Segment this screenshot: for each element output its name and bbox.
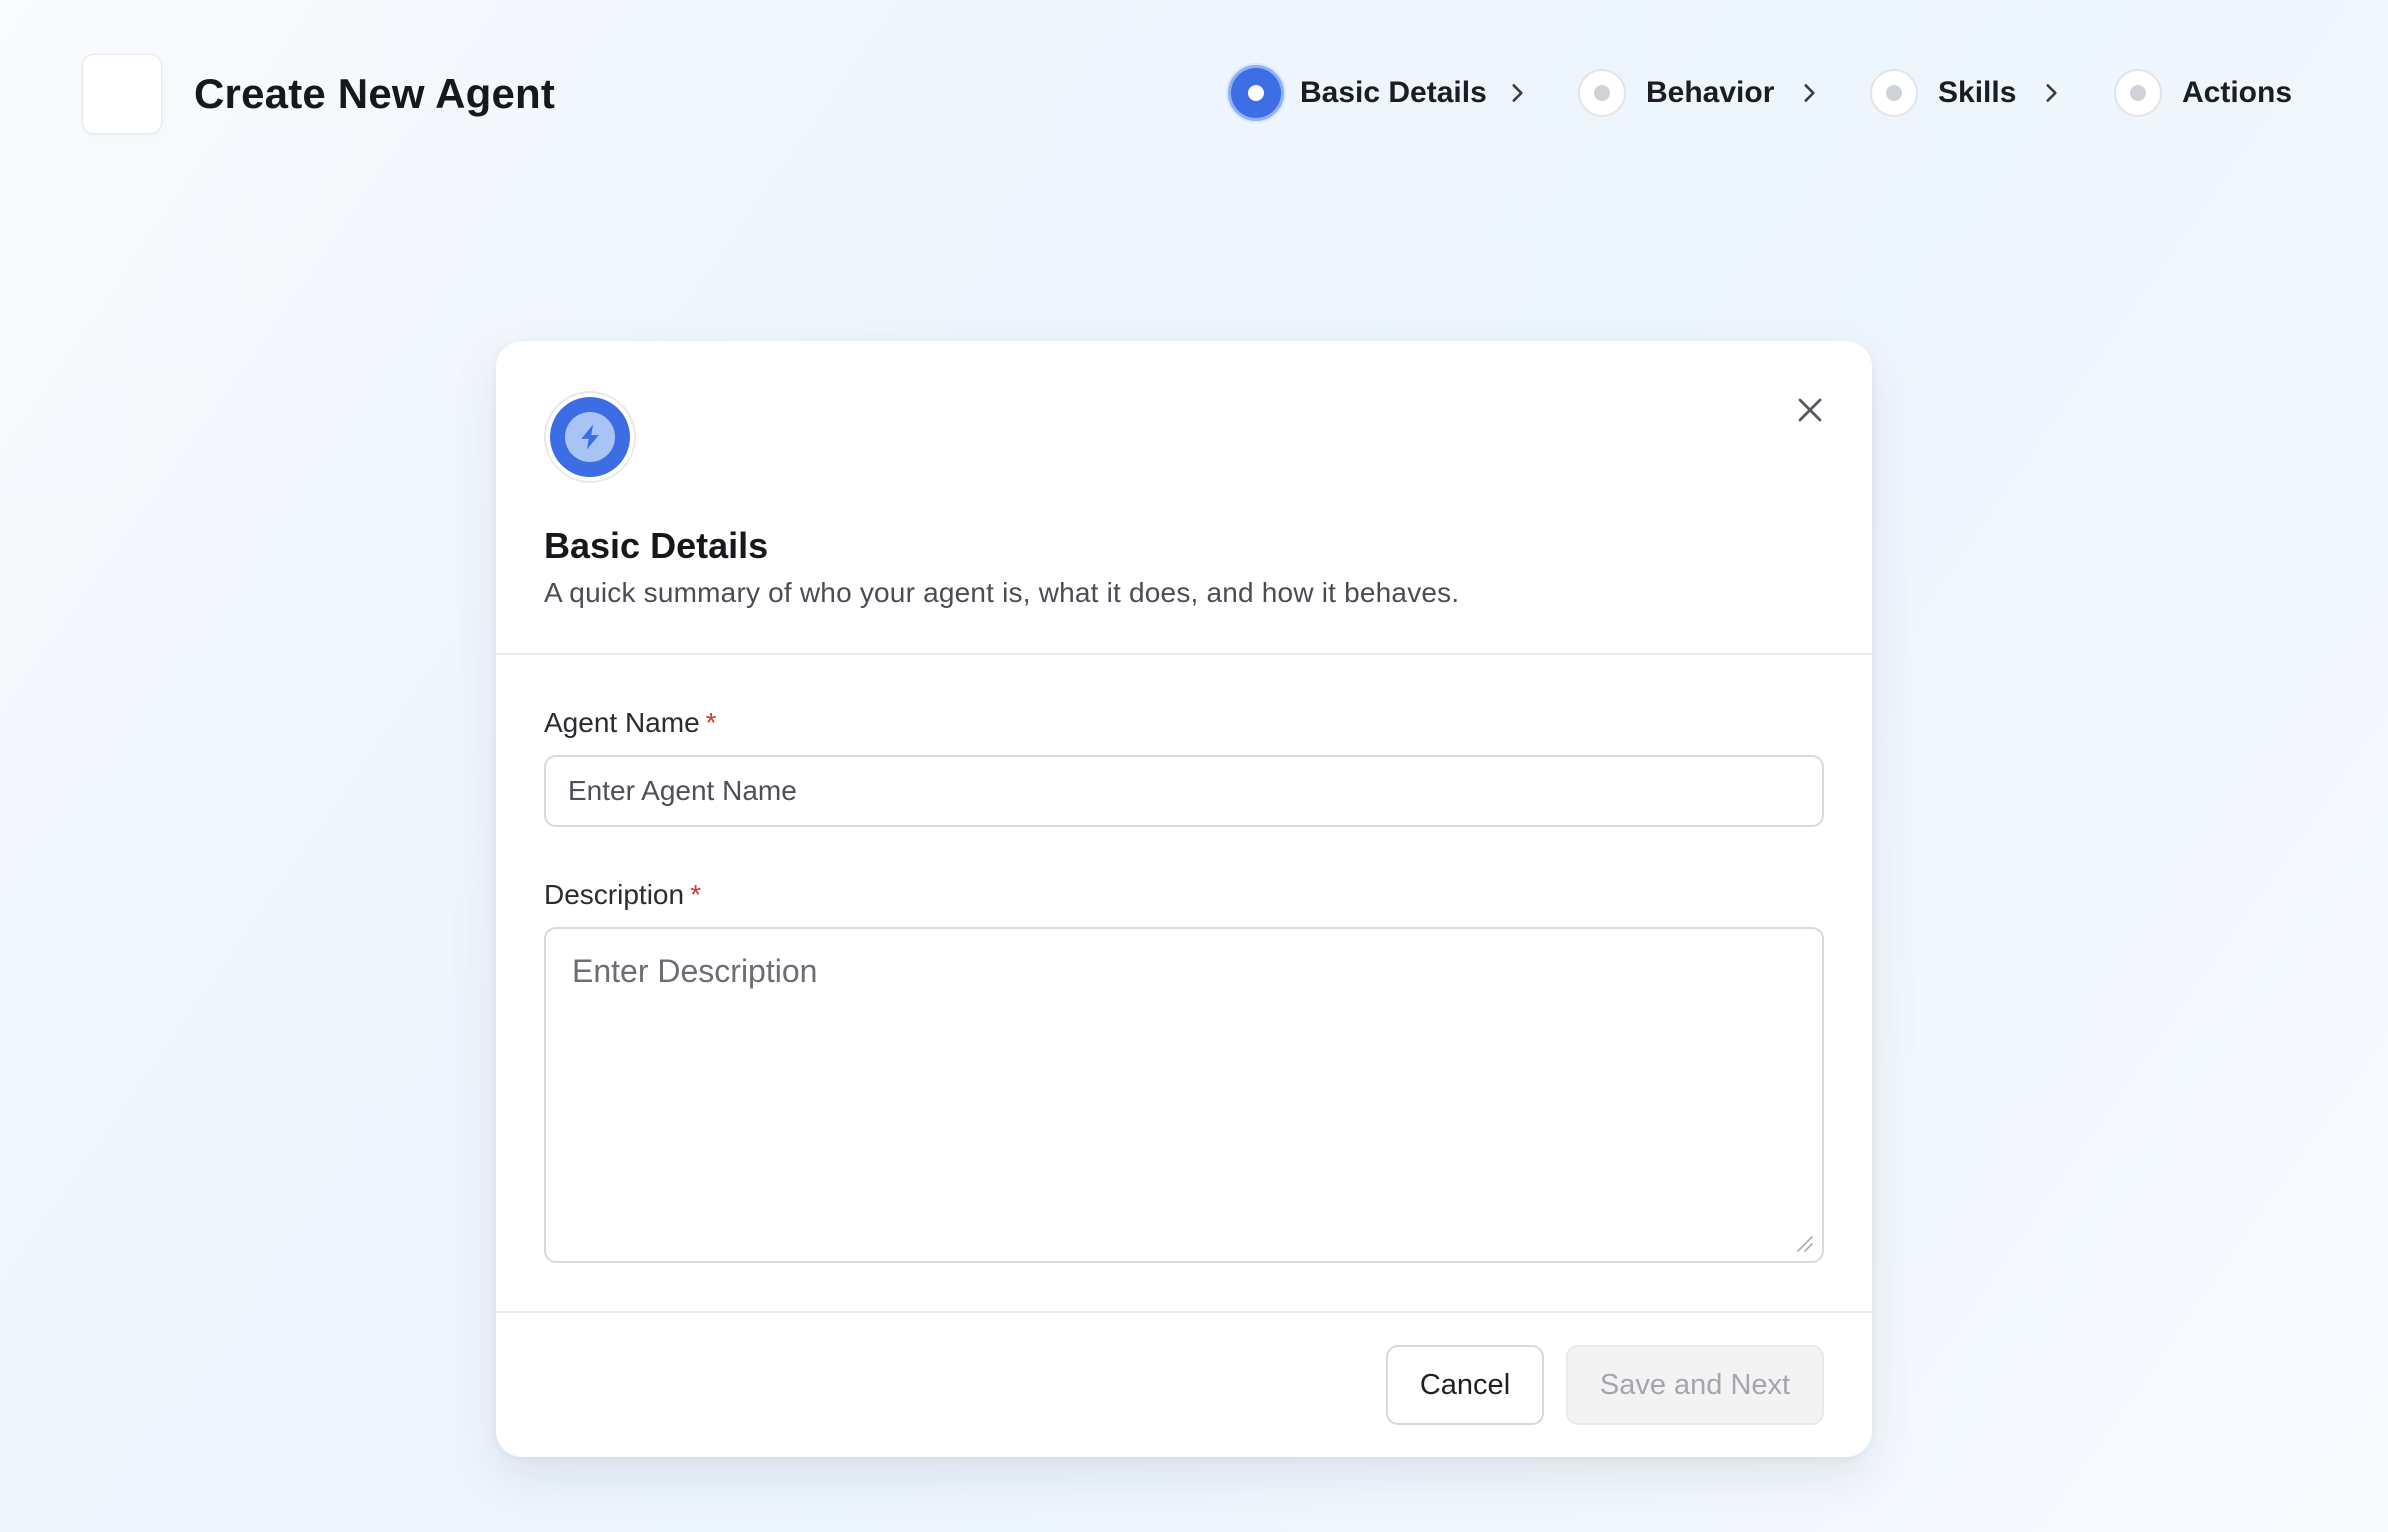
close-icon [1798,398,1822,422]
step-label: Basic Details [1300,76,1487,109]
step-indicator-pending [1870,69,1918,117]
lightning-bolt-icon [544,391,636,483]
step-label: Actions [2182,76,2293,109]
step-actions[interactable]: Actions [2110,63,2292,123]
step-basic-details[interactable]: Basic Details [1228,63,1487,123]
agent-name-label: Agent Name * [544,707,717,738]
modal-title: Basic Details [544,525,769,566]
required-marker: * [705,707,717,738]
modal-subtitle: A quick summary of who your agent is, wh… [544,577,1460,608]
step-skills[interactable]: Skills [1866,63,2016,123]
top-bar: Create New Agent Basic Details Behavior [0,0,2388,190]
required-marker: * [690,879,701,910]
agent-name-input[interactable] [544,755,1824,827]
header-divider [496,653,1872,655]
chevron-right-icon [1804,84,1815,102]
close-button[interactable] [1786,386,1834,434]
resize-handle-icon[interactable] [1792,1231,1814,1253]
chevron-right-icon [2046,84,2057,102]
basic-details-modal: Basic Details A quick summary of who you… [496,341,1872,1457]
description-textarea[interactable] [544,927,1824,1263]
step-label: Behavior [1646,76,1775,109]
description-label: Description * [544,879,701,910]
step-label: Skills [1938,76,2017,109]
step-behavior[interactable]: Behavior [1574,63,1774,123]
step-indicator-pending [2114,69,2162,117]
app-logo[interactable] [82,54,162,134]
save-and-next-button[interactable]: Save and Next [1566,1345,1824,1425]
chevron-right-icon [1512,84,1523,102]
step-indicator-pending [1578,69,1626,117]
cancel-button[interactable]: Cancel [1386,1345,1544,1425]
footer-divider [496,1311,1872,1313]
step-indicator-active [1228,65,1284,121]
page-title: Create New Agent [194,70,556,117]
